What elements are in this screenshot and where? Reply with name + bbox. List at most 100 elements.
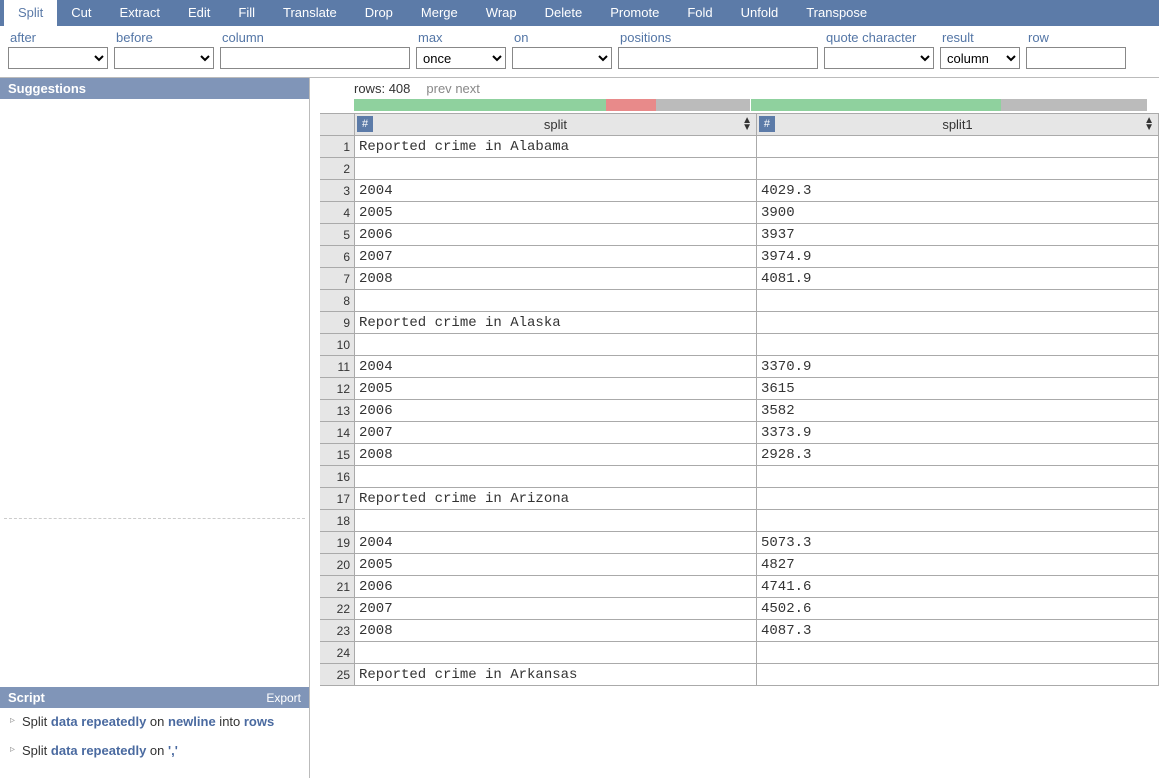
- sort-icon[interactable]: ▲▼: [742, 117, 752, 131]
- sort-icon[interactable]: ▲▼: [1144, 117, 1154, 131]
- table-row: 2020054827: [320, 554, 1159, 576]
- menu-delete[interactable]: Delete: [531, 0, 597, 26]
- rownum-header: [320, 114, 355, 136]
- cell-split1[interactable]: 3974.9: [756, 246, 1158, 268]
- param-max-select[interactable]: once: [416, 47, 506, 69]
- cell-split[interactable]: [355, 290, 757, 312]
- param-quote-select[interactable]: [824, 47, 934, 69]
- cell-split1[interactable]: 3582: [756, 400, 1158, 422]
- cell-split[interactable]: [355, 466, 757, 488]
- export-link[interactable]: Export: [266, 691, 301, 705]
- menu-fill[interactable]: Fill: [224, 0, 269, 26]
- row-number: 1: [320, 136, 355, 158]
- menu-split[interactable]: Split: [4, 0, 57, 26]
- cell-split1[interactable]: [756, 510, 1158, 532]
- table-row: 1Reported crime in Alabama: [320, 136, 1159, 158]
- cell-split[interactable]: Reported crime in Alaska: [355, 312, 757, 334]
- cell-split[interactable]: 2006: [355, 224, 757, 246]
- cell-split[interactable]: 2004: [355, 180, 757, 202]
- row-number: 10: [320, 334, 355, 356]
- param-column: column: [220, 30, 410, 69]
- cell-split1[interactable]: 4029.3: [756, 180, 1158, 202]
- menu-unfold[interactable]: Unfold: [727, 0, 793, 26]
- cell-split1[interactable]: [756, 136, 1158, 158]
- cell-split[interactable]: 2007: [355, 246, 757, 268]
- col-header-split[interactable]: # split ▲▼: [355, 114, 757, 136]
- cell-split1[interactable]: [756, 290, 1158, 312]
- cell-split1[interactable]: [756, 312, 1158, 334]
- cell-split[interactable]: 2005: [355, 554, 757, 576]
- cell-split1[interactable]: 2928.3: [756, 444, 1158, 466]
- cell-split1[interactable]: 4502.6: [756, 598, 1158, 620]
- cell-split[interactable]: 2007: [355, 598, 757, 620]
- cell-split[interactable]: [355, 158, 757, 180]
- cell-split[interactable]: 2005: [355, 378, 757, 400]
- cell-split1[interactable]: 3937: [756, 224, 1158, 246]
- cell-split1[interactable]: 3373.9: [756, 422, 1158, 444]
- cell-split1[interactable]: 4081.9: [756, 268, 1158, 290]
- row-number: 24: [320, 642, 355, 664]
- cell-split1[interactable]: [756, 664, 1158, 686]
- cell-split[interactable]: Reported crime in Arkansas: [355, 664, 757, 686]
- menu-cut[interactable]: Cut: [57, 0, 105, 26]
- next-link[interactable]: next: [455, 81, 480, 96]
- cell-split1[interactable]: 4087.3: [756, 620, 1158, 642]
- cell-split[interactable]: Reported crime in Alabama: [355, 136, 757, 158]
- param-result-select[interactable]: column: [940, 47, 1020, 69]
- cell-split[interactable]: 2004: [355, 356, 757, 378]
- cell-split1[interactable]: 3370.9: [756, 356, 1158, 378]
- cell-split1[interactable]: 4741.6: [756, 576, 1158, 598]
- param-positions-input[interactable]: [618, 47, 818, 69]
- cell-split1[interactable]: 4827: [756, 554, 1158, 576]
- row-number: 9: [320, 312, 355, 334]
- menu-fold[interactable]: Fold: [673, 0, 726, 26]
- menu-drop[interactable]: Drop: [351, 0, 407, 26]
- cell-split1[interactable]: [756, 642, 1158, 664]
- menu-transpose[interactable]: Transpose: [792, 0, 881, 26]
- cell-split1[interactable]: 3900: [756, 202, 1158, 224]
- cell-split[interactable]: 2006: [355, 400, 757, 422]
- row-number: 13: [320, 400, 355, 422]
- cell-split1[interactable]: 3615: [756, 378, 1158, 400]
- param-row-input[interactable]: [1026, 47, 1126, 69]
- cell-split[interactable]: 2005: [355, 202, 757, 224]
- cell-split[interactable]: 2004: [355, 532, 757, 554]
- cell-split[interactable]: [355, 642, 757, 664]
- param-column-input[interactable]: [220, 47, 410, 69]
- menu-merge[interactable]: Merge: [407, 0, 472, 26]
- col-header-split1[interactable]: # split1 ▲▼: [756, 114, 1158, 136]
- row-number: 4: [320, 202, 355, 224]
- param-before-label: before: [114, 30, 214, 45]
- table-row: 2320084087.3: [320, 620, 1159, 642]
- menu-translate[interactable]: Translate: [269, 0, 351, 26]
- prev-link[interactable]: prev: [426, 81, 451, 96]
- cell-split1[interactable]: [756, 466, 1158, 488]
- param-on-select[interactable]: [512, 47, 612, 69]
- cell-split1[interactable]: 5073.3: [756, 532, 1158, 554]
- menu-wrap[interactable]: Wrap: [472, 0, 531, 26]
- cell-split[interactable]: 2006: [355, 576, 757, 598]
- cell-split[interactable]: [355, 510, 757, 532]
- data-table: # split ▲▼ # split1 ▲▼ 1Reported crime i…: [320, 113, 1159, 686]
- cell-split[interactable]: [355, 334, 757, 356]
- menu-edit[interactable]: Edit: [174, 0, 224, 26]
- menu-promote[interactable]: Promote: [596, 0, 673, 26]
- cell-split1[interactable]: [756, 158, 1158, 180]
- menu-extract[interactable]: Extract: [106, 0, 174, 26]
- script-line-0[interactable]: Split data repeatedly on newline into ro…: [10, 714, 299, 729]
- param-positions-label: positions: [618, 30, 818, 45]
- param-positions: positions: [618, 30, 818, 69]
- cell-split[interactable]: Reported crime in Arizona: [355, 488, 757, 510]
- param-max: max once: [416, 30, 506, 69]
- param-after-select[interactable]: [8, 47, 108, 69]
- script-line-1[interactable]: Split data repeatedly on ',': [10, 743, 299, 758]
- cell-split1[interactable]: [756, 488, 1158, 510]
- param-before-select[interactable]: [114, 47, 214, 69]
- cell-split[interactable]: 2008: [355, 444, 757, 466]
- cell-split[interactable]: 2008: [355, 620, 757, 642]
- cell-split[interactable]: 2007: [355, 422, 757, 444]
- table-row: 8: [320, 290, 1159, 312]
- cell-split1[interactable]: [756, 334, 1158, 356]
- hash-icon: #: [357, 116, 373, 132]
- cell-split[interactable]: 2008: [355, 268, 757, 290]
